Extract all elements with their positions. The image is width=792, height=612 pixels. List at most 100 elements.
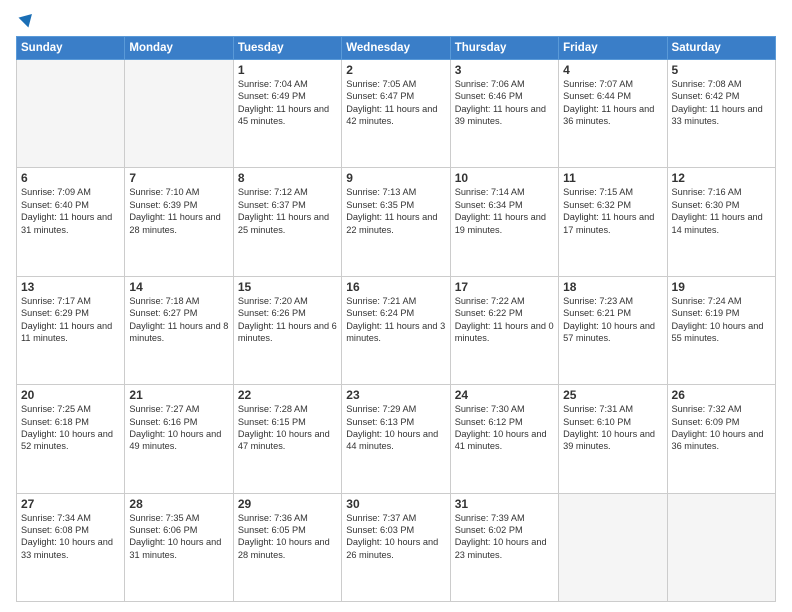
day-number: 1: [238, 63, 337, 77]
day-number: 20: [21, 388, 120, 402]
day-number: 29: [238, 497, 337, 511]
header: [16, 12, 776, 28]
day-number: 30: [346, 497, 445, 511]
calendar-cell: 23Sunrise: 7:29 AMSunset: 6:13 PMDayligh…: [342, 385, 450, 493]
weekday-header-wednesday: Wednesday: [342, 37, 450, 60]
day-number: 13: [21, 280, 120, 294]
day-number: 22: [238, 388, 337, 402]
week-row-1: 1Sunrise: 7:04 AMSunset: 6:49 PMDaylight…: [17, 60, 776, 168]
calendar-cell: 8Sunrise: 7:12 AMSunset: 6:37 PMDaylight…: [233, 168, 341, 276]
day-info: Sunrise: 7:15 AMSunset: 6:32 PMDaylight:…: [563, 186, 662, 236]
day-number: 5: [672, 63, 771, 77]
weekday-header-sunday: Sunday: [17, 37, 125, 60]
week-row-4: 20Sunrise: 7:25 AMSunset: 6:18 PMDayligh…: [17, 385, 776, 493]
calendar-cell: 3Sunrise: 7:06 AMSunset: 6:46 PMDaylight…: [450, 60, 558, 168]
calendar-table: SundayMondayTuesdayWednesdayThursdayFrid…: [16, 36, 776, 602]
calendar-cell: 2Sunrise: 7:05 AMSunset: 6:47 PMDaylight…: [342, 60, 450, 168]
day-info: Sunrise: 7:32 AMSunset: 6:09 PMDaylight:…: [672, 403, 771, 453]
day-info: Sunrise: 7:30 AMSunset: 6:12 PMDaylight:…: [455, 403, 554, 453]
day-number: 28: [129, 497, 228, 511]
calendar-cell: 25Sunrise: 7:31 AMSunset: 6:10 PMDayligh…: [559, 385, 667, 493]
day-number: 17: [455, 280, 554, 294]
week-row-2: 6Sunrise: 7:09 AMSunset: 6:40 PMDaylight…: [17, 168, 776, 276]
day-info: Sunrise: 7:09 AMSunset: 6:40 PMDaylight:…: [21, 186, 120, 236]
calendar-cell: [125, 60, 233, 168]
calendar-cell: 13Sunrise: 7:17 AMSunset: 6:29 PMDayligh…: [17, 276, 125, 384]
day-number: 18: [563, 280, 662, 294]
day-info: Sunrise: 7:14 AMSunset: 6:34 PMDaylight:…: [455, 186, 554, 236]
weekday-header-row: SundayMondayTuesdayWednesdayThursdayFrid…: [17, 37, 776, 60]
day-number: 21: [129, 388, 228, 402]
calendar-cell: 17Sunrise: 7:22 AMSunset: 6:22 PMDayligh…: [450, 276, 558, 384]
day-number: 3: [455, 63, 554, 77]
day-info: Sunrise: 7:12 AMSunset: 6:37 PMDaylight:…: [238, 186, 337, 236]
day-number: 12: [672, 171, 771, 185]
calendar-cell: 21Sunrise: 7:27 AMSunset: 6:16 PMDayligh…: [125, 385, 233, 493]
calendar-cell: 31Sunrise: 7:39 AMSunset: 6:02 PMDayligh…: [450, 493, 558, 601]
calendar-cell: 5Sunrise: 7:08 AMSunset: 6:42 PMDaylight…: [667, 60, 775, 168]
day-number: 10: [455, 171, 554, 185]
calendar-cell: 26Sunrise: 7:32 AMSunset: 6:09 PMDayligh…: [667, 385, 775, 493]
day-info: Sunrise: 7:17 AMSunset: 6:29 PMDaylight:…: [21, 295, 120, 345]
calendar-cell: 14Sunrise: 7:18 AMSunset: 6:27 PMDayligh…: [125, 276, 233, 384]
calendar-cell: 15Sunrise: 7:20 AMSunset: 6:26 PMDayligh…: [233, 276, 341, 384]
day-info: Sunrise: 7:08 AMSunset: 6:42 PMDaylight:…: [672, 78, 771, 128]
day-info: Sunrise: 7:28 AMSunset: 6:15 PMDaylight:…: [238, 403, 337, 453]
calendar-cell: 9Sunrise: 7:13 AMSunset: 6:35 PMDaylight…: [342, 168, 450, 276]
day-number: 24: [455, 388, 554, 402]
weekday-header-saturday: Saturday: [667, 37, 775, 60]
day-info: Sunrise: 7:04 AMSunset: 6:49 PMDaylight:…: [238, 78, 337, 128]
weekday-header-tuesday: Tuesday: [233, 37, 341, 60]
week-row-3: 13Sunrise: 7:17 AMSunset: 6:29 PMDayligh…: [17, 276, 776, 384]
calendar-cell: [17, 60, 125, 168]
day-number: 7: [129, 171, 228, 185]
weekday-header-thursday: Thursday: [450, 37, 558, 60]
day-number: 9: [346, 171, 445, 185]
weekday-header-monday: Monday: [125, 37, 233, 60]
day-info: Sunrise: 7:05 AMSunset: 6:47 PMDaylight:…: [346, 78, 445, 128]
calendar-cell: 24Sunrise: 7:30 AMSunset: 6:12 PMDayligh…: [450, 385, 558, 493]
calendar-cell: 28Sunrise: 7:35 AMSunset: 6:06 PMDayligh…: [125, 493, 233, 601]
calendar-cell: 19Sunrise: 7:24 AMSunset: 6:19 PMDayligh…: [667, 276, 775, 384]
calendar-cell: [559, 493, 667, 601]
calendar-cell: 6Sunrise: 7:09 AMSunset: 6:40 PMDaylight…: [17, 168, 125, 276]
day-info: Sunrise: 7:37 AMSunset: 6:03 PMDaylight:…: [346, 512, 445, 562]
day-info: Sunrise: 7:34 AMSunset: 6:08 PMDaylight:…: [21, 512, 120, 562]
calendar-cell: 27Sunrise: 7:34 AMSunset: 6:08 PMDayligh…: [17, 493, 125, 601]
day-number: 8: [238, 171, 337, 185]
calendar-cell: 29Sunrise: 7:36 AMSunset: 6:05 PMDayligh…: [233, 493, 341, 601]
logo: [16, 12, 36, 28]
day-info: Sunrise: 7:29 AMSunset: 6:13 PMDaylight:…: [346, 403, 445, 453]
calendar-cell: 7Sunrise: 7:10 AMSunset: 6:39 PMDaylight…: [125, 168, 233, 276]
day-info: Sunrise: 7:24 AMSunset: 6:19 PMDaylight:…: [672, 295, 771, 345]
day-info: Sunrise: 7:10 AMSunset: 6:39 PMDaylight:…: [129, 186, 228, 236]
calendar-cell: 4Sunrise: 7:07 AMSunset: 6:44 PMDaylight…: [559, 60, 667, 168]
calendar-cell: [667, 493, 775, 601]
calendar-cell: 1Sunrise: 7:04 AMSunset: 6:49 PMDaylight…: [233, 60, 341, 168]
page: SundayMondayTuesdayWednesdayThursdayFrid…: [0, 0, 792, 612]
day-info: Sunrise: 7:27 AMSunset: 6:16 PMDaylight:…: [129, 403, 228, 453]
calendar-cell: 30Sunrise: 7:37 AMSunset: 6:03 PMDayligh…: [342, 493, 450, 601]
weekday-header-friday: Friday: [559, 37, 667, 60]
calendar-cell: 22Sunrise: 7:28 AMSunset: 6:15 PMDayligh…: [233, 385, 341, 493]
day-number: 25: [563, 388, 662, 402]
day-info: Sunrise: 7:18 AMSunset: 6:27 PMDaylight:…: [129, 295, 228, 345]
day-number: 23: [346, 388, 445, 402]
calendar-cell: 10Sunrise: 7:14 AMSunset: 6:34 PMDayligh…: [450, 168, 558, 276]
calendar-cell: 11Sunrise: 7:15 AMSunset: 6:32 PMDayligh…: [559, 168, 667, 276]
day-number: 14: [129, 280, 228, 294]
day-number: 19: [672, 280, 771, 294]
day-info: Sunrise: 7:21 AMSunset: 6:24 PMDaylight:…: [346, 295, 445, 345]
day-info: Sunrise: 7:23 AMSunset: 6:21 PMDaylight:…: [563, 295, 662, 345]
day-info: Sunrise: 7:22 AMSunset: 6:22 PMDaylight:…: [455, 295, 554, 345]
day-info: Sunrise: 7:36 AMSunset: 6:05 PMDaylight:…: [238, 512, 337, 562]
day-info: Sunrise: 7:07 AMSunset: 6:44 PMDaylight:…: [563, 78, 662, 128]
day-number: 27: [21, 497, 120, 511]
day-number: 6: [21, 171, 120, 185]
day-info: Sunrise: 7:13 AMSunset: 6:35 PMDaylight:…: [346, 186, 445, 236]
day-info: Sunrise: 7:06 AMSunset: 6:46 PMDaylight:…: [455, 78, 554, 128]
day-info: Sunrise: 7:39 AMSunset: 6:02 PMDaylight:…: [455, 512, 554, 562]
calendar-cell: 16Sunrise: 7:21 AMSunset: 6:24 PMDayligh…: [342, 276, 450, 384]
day-number: 15: [238, 280, 337, 294]
day-info: Sunrise: 7:20 AMSunset: 6:26 PMDaylight:…: [238, 295, 337, 345]
